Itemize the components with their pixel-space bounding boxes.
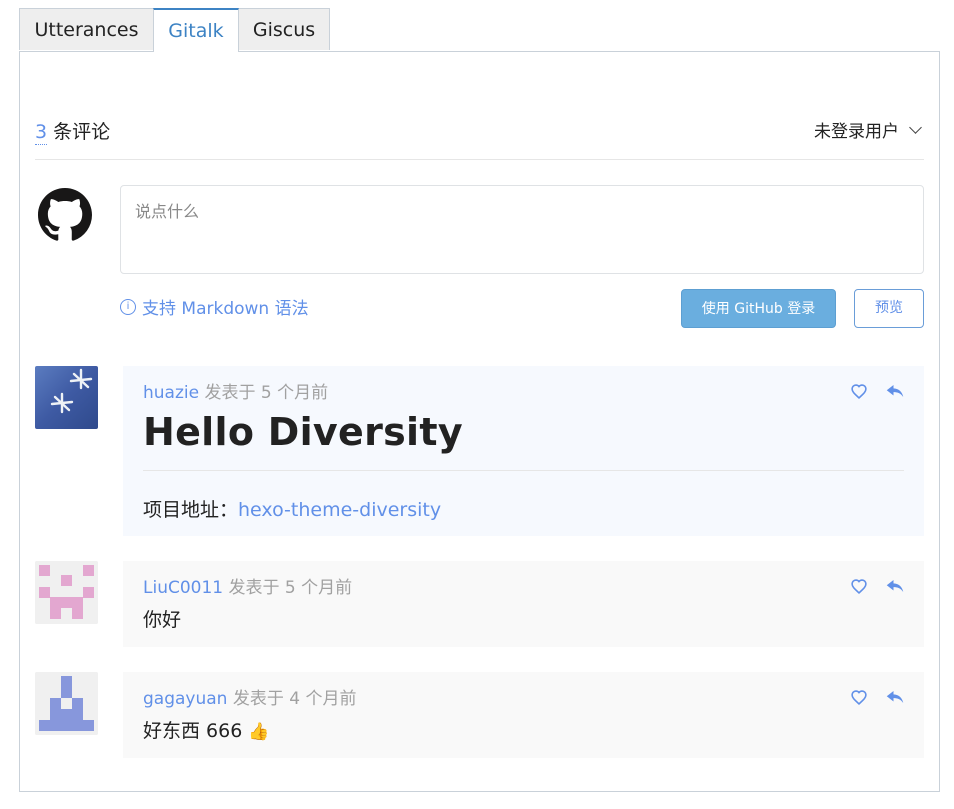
gitalk-page: Utterances Gitalk Giscus 3 条评论 未登录用户 i 支… bbox=[0, 0, 954, 809]
info-icon: i bbox=[120, 298, 136, 315]
comment-body: 你好 bbox=[143, 609, 182, 631]
project-address-label: 项目地址： bbox=[143, 499, 239, 521]
tab-gitalk[interactable]: Gitalk bbox=[153, 8, 239, 52]
comment-textarea[interactable] bbox=[120, 185, 924, 274]
comment-actions bbox=[850, 383, 904, 399]
comment-card: huazie 发表于 5 个月前 Hello Diversity 项目地址：he… bbox=[123, 366, 924, 536]
avatar-gagayuan[interactable] bbox=[35, 672, 98, 735]
comment-count: 3 条评论 bbox=[35, 117, 111, 145]
comment-time: 发表于 5 个月前 bbox=[228, 578, 353, 598]
github-login-button[interactable]: 使用 GitHub 登录 bbox=[681, 289, 836, 328]
github-logo-icon bbox=[38, 188, 92, 242]
comment-actions bbox=[850, 689, 904, 705]
header-divider bbox=[35, 159, 924, 160]
comment-system-tabs: Utterances Gitalk Giscus bbox=[19, 8, 330, 52]
comment-time: 发表于 4 个月前 bbox=[232, 689, 357, 709]
thumbs-up-icon: 👍 bbox=[248, 722, 270, 742]
heading-divider bbox=[143, 470, 904, 471]
comment-author[interactable]: LiuC0011 bbox=[143, 578, 223, 598]
comment-meta: gagayuan 发表于 4 个月前 bbox=[143, 684, 356, 709]
comment-count-number[interactable]: 3 bbox=[35, 121, 48, 145]
comment-author[interactable]: gagayuan bbox=[143, 689, 227, 709]
comment-body: 项目地址：hexo-theme-diversity bbox=[143, 495, 441, 522]
heart-icon[interactable] bbox=[850, 689, 868, 705]
tab-utterances[interactable]: Utterances bbox=[19, 8, 154, 50]
markdown-tip-label: 支持 Markdown 语法 bbox=[142, 299, 309, 319]
comment-heading: Hello Diversity bbox=[143, 410, 463, 454]
comment-card: gagayuan 发表于 4 个月前 好东西 666 👍 bbox=[123, 672, 924, 758]
chevron-down-icon bbox=[909, 120, 922, 134]
markdown-tip-link[interactable]: i 支持 Markdown 语法 bbox=[120, 294, 309, 319]
comment-meta: huazie 发表于 5 个月前 bbox=[143, 378, 328, 403]
comment-body: 好东西 666 👍 bbox=[143, 716, 270, 743]
reply-icon[interactable] bbox=[886, 578, 904, 594]
comment-actions bbox=[850, 578, 904, 594]
user-menu[interactable]: 未登录用户 bbox=[814, 117, 922, 142]
comment-count-suffix: 条评论 bbox=[53, 121, 111, 143]
reply-icon[interactable] bbox=[886, 383, 904, 399]
reply-icon[interactable] bbox=[886, 689, 904, 705]
project-link[interactable]: hexo-theme-diversity bbox=[238, 499, 441, 521]
avatar-liuc0011[interactable] bbox=[35, 561, 98, 624]
heart-icon[interactable] bbox=[850, 383, 868, 399]
avatar-huazie[interactable] bbox=[35, 366, 98, 429]
comment-card: LiuC0011 发表于 5 个月前 你好 bbox=[123, 561, 924, 647]
comment-author[interactable]: huazie bbox=[143, 383, 199, 403]
tab-giscus[interactable]: Giscus bbox=[238, 8, 330, 50]
comment-body-text: 好东西 666 bbox=[143, 720, 243, 742]
heart-icon[interactable] bbox=[850, 578, 868, 594]
comment-time: 发表于 5 个月前 bbox=[204, 383, 329, 403]
user-menu-label: 未登录用户 bbox=[814, 122, 899, 142]
comment-meta: LiuC0011 发表于 5 个月前 bbox=[143, 573, 352, 598]
preview-button[interactable]: 预览 bbox=[854, 289, 924, 328]
